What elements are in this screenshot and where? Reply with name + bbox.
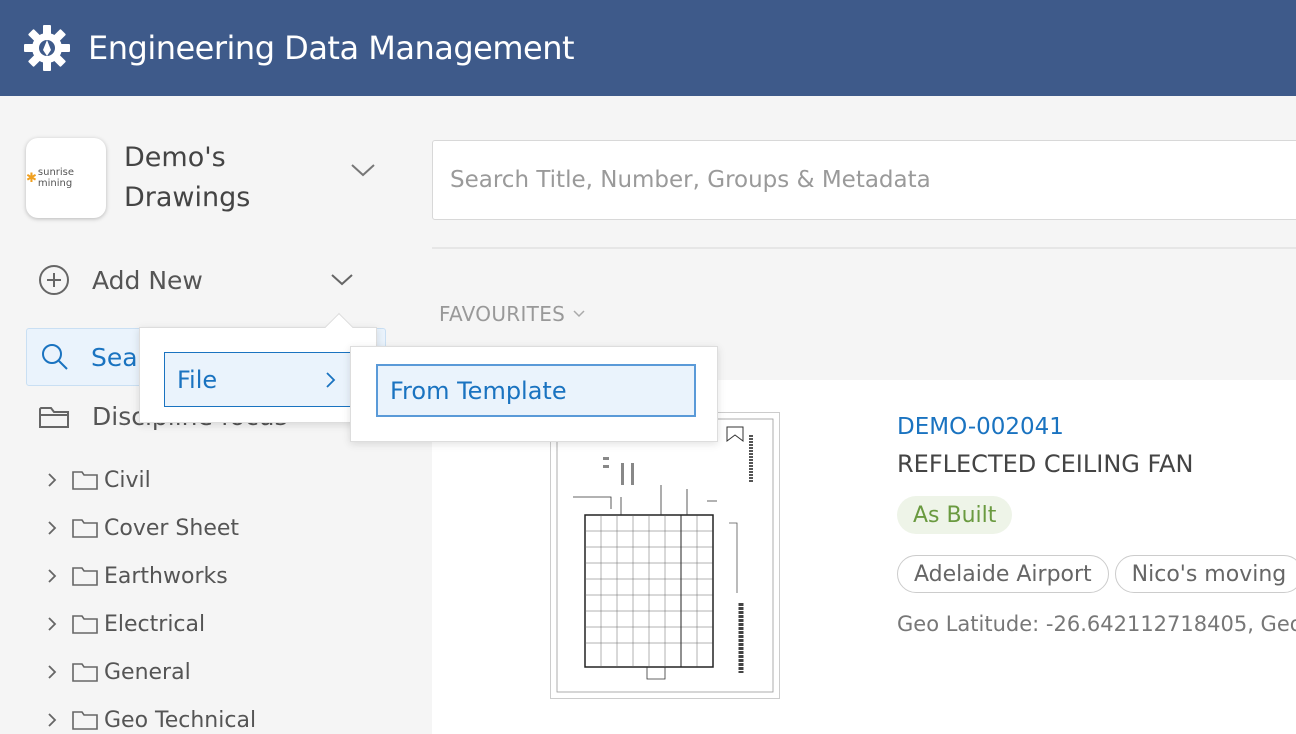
add-new-label: Add New xyxy=(92,265,203,295)
document-number-link[interactable]: DEMO-002041 xyxy=(897,414,1064,440)
folder-item-general[interactable]: General xyxy=(44,648,256,696)
folder-icon xyxy=(72,567,98,586)
status-badge: As Built xyxy=(897,496,1013,534)
search-icon xyxy=(42,344,68,370)
drawing-thumbnail[interactable] xyxy=(550,412,780,699)
folder-label: Cover Sheet xyxy=(104,515,240,541)
app-title: Engineering Data Management xyxy=(88,29,575,67)
search-input[interactable] xyxy=(450,167,1250,193)
workspace-name: Demo's Drawings xyxy=(124,142,251,213)
favourites-label: FAVOURITES xyxy=(439,302,566,326)
workspace-logo: ✱ sunrise mining xyxy=(26,138,106,218)
folder-label: Electrical xyxy=(104,611,206,637)
divider xyxy=(432,247,1296,249)
chevron-down-icon[interactable] xyxy=(350,162,376,178)
add-new-button[interactable]: Add New xyxy=(38,264,203,296)
gear-logo-icon[interactable] xyxy=(22,23,72,73)
menu-item-file-label: File xyxy=(177,365,218,394)
drawing-preview xyxy=(556,418,774,693)
folder-item-electrical[interactable]: Electrical xyxy=(44,600,256,648)
geo-metadata: Geo Latitude: -26.642112718405, Geo L xyxy=(897,612,1296,636)
tag-chip[interactable]: Adelaide Airport xyxy=(897,555,1109,593)
folder-item-cover-sheet[interactable]: Cover Sheet xyxy=(44,504,256,552)
folder-list: Civil Cover Sheet Earthworks Electrical … xyxy=(44,456,256,734)
folder-item-civil[interactable]: Civil xyxy=(44,456,256,504)
menu-item-from-template-label: From Template xyxy=(390,376,567,405)
chevron-right-icon[interactable] xyxy=(44,472,60,488)
plus-circle-icon xyxy=(39,265,69,295)
folder-icon xyxy=(72,519,98,538)
folder-icon xyxy=(72,663,98,682)
chevron-right-icon[interactable] xyxy=(44,616,60,632)
document-title: REFLECTED CEILING FAN xyxy=(897,450,1194,478)
workspace-selector[interactable]: ✱ sunrise mining Demo's Drawings xyxy=(26,138,304,218)
folder-icon xyxy=(72,711,98,730)
menu-item-from-template[interactable]: From Template xyxy=(376,364,696,417)
chevron-right-icon[interactable] xyxy=(44,568,60,584)
folder-label: Geo Technical xyxy=(104,707,257,733)
folder-item-geo-technical[interactable]: Geo Technical xyxy=(44,696,256,734)
main-search-bar[interactable] xyxy=(432,140,1296,220)
folder-label: General xyxy=(104,659,191,685)
workspace-logo-text: sunrise mining xyxy=(37,167,75,189)
folder-open-icon xyxy=(39,406,69,428)
chevron-right-icon xyxy=(326,372,336,388)
chevron-down-icon[interactable] xyxy=(330,272,354,288)
menu-item-file[interactable]: File xyxy=(164,352,352,407)
chevron-down-icon xyxy=(573,310,585,318)
folder-icon xyxy=(72,615,98,634)
chevron-right-icon[interactable] xyxy=(44,520,60,536)
folder-icon xyxy=(72,471,98,490)
favourites-dropdown[interactable]: FAVOURITES xyxy=(439,302,585,326)
tag-list: Adelaide Airport Nico's moving xyxy=(897,555,1296,593)
folder-label: Civil xyxy=(104,467,151,493)
tag-chip[interactable]: Nico's moving xyxy=(1114,555,1296,593)
folder-label: Earthworks xyxy=(104,563,228,589)
sun-icon: ✱ xyxy=(26,170,37,186)
app-header: Engineering Data Management xyxy=(0,0,1296,96)
chevron-right-icon[interactable] xyxy=(44,712,60,728)
folder-item-earthworks[interactable]: Earthworks xyxy=(44,552,256,600)
chevron-right-icon[interactable] xyxy=(44,664,60,680)
